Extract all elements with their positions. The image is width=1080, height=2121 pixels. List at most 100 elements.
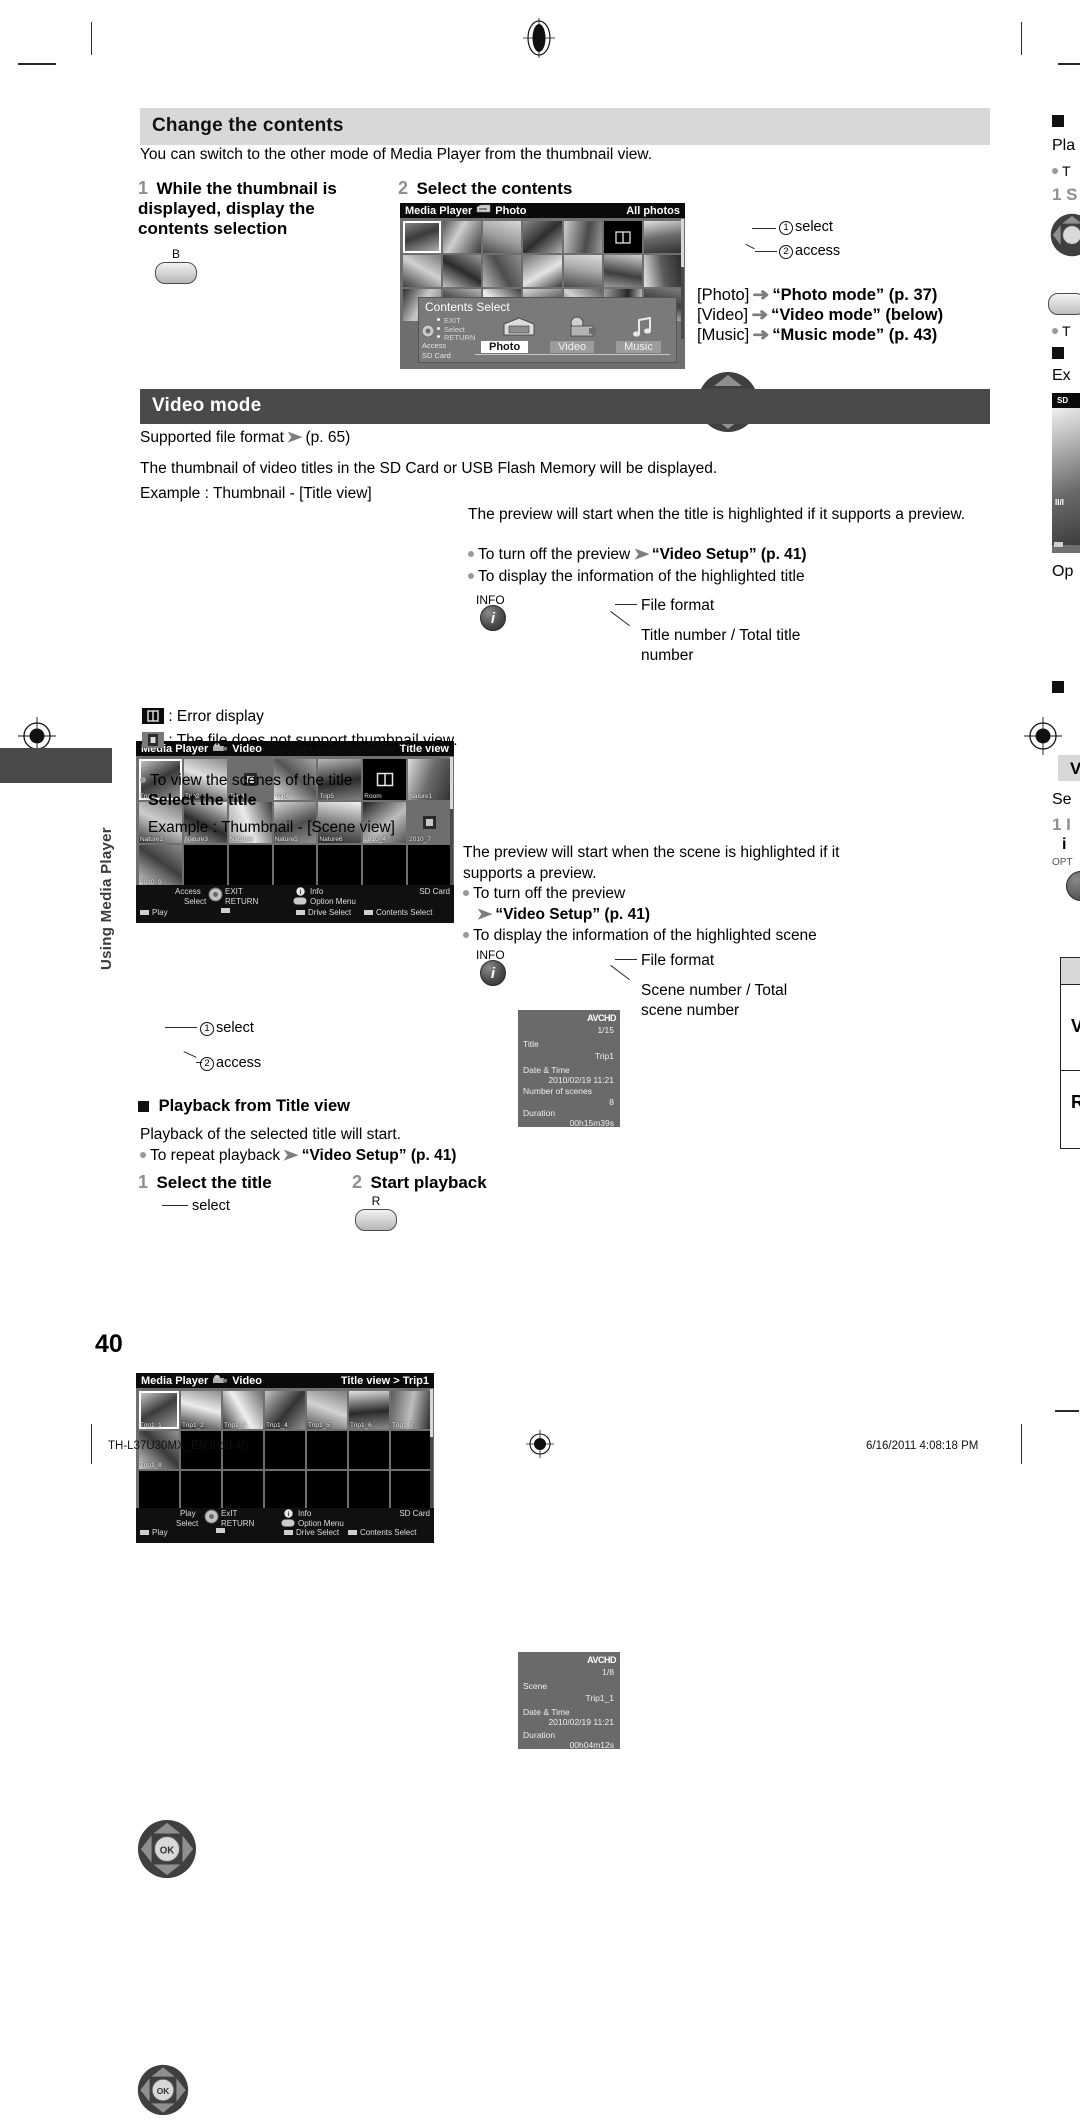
icon-legend-nothumb-label: : The file does not support thumbnail vi… (168, 732, 458, 749)
thumbnail-tile[interactable] (563, 255, 602, 287)
select-the-title-heading: Select the title (148, 792, 257, 809)
bullet-turn-off-preview-scene: To turn off the preview (463, 884, 625, 905)
scene-thumb-4[interactable]: Trip1_4 (265, 1391, 305, 1429)
dpad-scene-leader-select (165, 1027, 197, 1029)
thumbnail-tile-error[interactable] (603, 221, 642, 253)
thumbnail-tile[interactable] (643, 221, 682, 253)
registration-mark-top (519, 16, 559, 60)
right-col-table-cell-2: R (1071, 1092, 1080, 1112)
title-thumb-2010-9[interactable]: 2010_9 (139, 845, 182, 886)
playback-bullet-repeat-ref[interactable]: “Video Setup” (p. 41) (302, 1147, 457, 1164)
photo-screen-scrollbar[interactable] (681, 219, 684, 339)
color-key-icon (296, 910, 305, 915)
mode-links: [Photo] ➜ “Photo mode” (p. 37) [Video] ➜… (697, 285, 943, 345)
scene-foot-contents-label: Contents Select (360, 1528, 417, 1537)
color-key-icon (364, 910, 373, 915)
scene-view-scrollbar[interactable] (430, 1389, 433, 1510)
thumbnail-tile[interactable] (483, 221, 522, 253)
bullet-turn-off-preview-scene-ref[interactable]: “Video Setup” (p. 41) (495, 906, 650, 923)
right-col-line-3: 1 S (1052, 185, 1078, 204)
thumbnail-tile[interactable] (523, 255, 562, 287)
svg-text:OK: OK (160, 1845, 175, 1856)
dpad-playback-select[interactable]: OK (137, 2064, 1080, 2121)
supported-file-format-ref[interactable]: (p. 65) (306, 429, 351, 446)
contents-select-overlay: Contents Select EXIT Select RETURN Acces… (418, 297, 677, 363)
right-col-remote-key[interactable] (1048, 293, 1080, 315)
thumb-caption: Trip1_8 (140, 1461, 162, 1469)
thumbnail-tile[interactable] (403, 255, 442, 287)
crop-mark-bottom-left-vertical (91, 1424, 92, 1464)
mode-link-music-target: “Music mode” (p. 43) (772, 326, 938, 344)
bullet-icon (463, 890, 469, 896)
remote-key-r[interactable]: R (355, 1195, 397, 1231)
scene-thumb-6[interactable]: Trip1_6 (349, 1391, 389, 1429)
thumbnail-tile[interactable] (523, 221, 562, 253)
photo-screen-right-label: All photos (626, 204, 680, 217)
mode-link-photo[interactable]: [Photo] ➜ “Photo mode” (p. 37) (697, 285, 943, 305)
scene-foot-info: Info (298, 1509, 312, 1518)
bullet-turn-off-preview-scene-ref-line: ➤ “Video Setup” (p. 41) (476, 905, 650, 926)
step-1-title: While the thumbnail is displayed, displa… (138, 179, 337, 238)
scene-thumb-5[interactable]: Trip1_5 (307, 1391, 347, 1429)
remote-key-b[interactable]: B (155, 248, 197, 284)
mode-link-music[interactable]: [Music] ➜ “Music mode” (p. 43) (697, 325, 943, 345)
contents-tab-video[interactable]: Video (550, 341, 595, 353)
contents-tab-photo[interactable]: Photo (481, 341, 529, 353)
scene-thumb-7[interactable]: Trip1_7 (391, 1391, 431, 1429)
dpad-scene-access-num: 2 (200, 1057, 214, 1071)
title-thumb-nature1[interactable]: Nature1 (408, 759, 451, 800)
thumbnail-tile[interactable] (443, 221, 482, 253)
thumbnail-tile[interactable] (403, 221, 442, 253)
thumbnail-tile[interactable] (483, 255, 522, 287)
scene-foot-card: SD Card (399, 1509, 430, 1518)
thumb-caption: Trip1_7 (392, 1421, 414, 1429)
bullet-icon (1052, 168, 1058, 174)
color-key-icon (140, 1530, 149, 1535)
thumbnail-tile[interactable] (443, 255, 482, 287)
scene-view-title: Media Player (141, 1374, 209, 1387)
right-col-opt-key[interactable] (1066, 871, 1080, 901)
contents-tab-music[interactable]: Music (616, 341, 661, 353)
title-thumb-2010-7-nothumb[interactable]: 2010_7 (408, 802, 451, 843)
right-col-line-13: OPT (1052, 857, 1073, 868)
info-scene-row-duration-label: Duration (523, 1730, 556, 1740)
scene-thumb-empty (265, 1431, 305, 1469)
info-title-row-duration-label: Duration (523, 1108, 556, 1118)
thumbnail-tile[interactable] (563, 221, 602, 253)
playback-heading-label: Playback from Title view (158, 1097, 350, 1115)
right-col-square-bullet-2 (1052, 345, 1064, 363)
contents-select-underline (475, 354, 670, 355)
icon-legend-error-label: : Error display (168, 708, 264, 725)
photo-screen-title: Media Player (405, 204, 473, 217)
bullet-icon (463, 932, 469, 938)
contents-select-music-icon (631, 316, 655, 343)
dpad-note-select-label: select (795, 219, 833, 235)
title-view-scrollbar[interactable] (450, 757, 453, 887)
info-panel-title: AVCHD 1/15 Title Trip1 Date & Time 2010/… (518, 1010, 620, 1128)
scene-thumb-empty (223, 1471, 263, 1509)
info-scene-row-date-value: 2010/02/19 11:21 (548, 1717, 614, 1727)
title-thumb-room-error[interactable]: Room (363, 759, 407, 800)
playback-heading: Playback from Title view (138, 1097, 350, 1116)
scene-thumb-3[interactable]: Trip1_3 (223, 1391, 263, 1429)
thumbnail-tile[interactable] (603, 255, 642, 287)
contents-select-video-icon (567, 315, 599, 344)
dpad-scene-select[interactable]: OK (137, 1819, 1080, 1884)
info-button-icon[interactable]: i (480, 605, 506, 631)
supported-file-format-line: Supported file format ➤ (p. 65) (140, 428, 350, 449)
error-display-icon (142, 708, 164, 724)
thumbnail-tile[interactable] (643, 255, 682, 287)
bullet-turn-off-preview-ref[interactable]: “Video Setup” (p. 41) (652, 546, 807, 563)
scene-thumb-1[interactable]: Trip1_1 (139, 1391, 179, 1429)
scene-view-mode: Video (232, 1374, 263, 1387)
scene-view-header: Media Player Video Title view > Trip1 (136, 1373, 434, 1388)
mode-link-video[interactable]: [Video] ➜ “Video mode” (below) (697, 305, 943, 325)
preview-note-title: The preview will start when the title is… (468, 506, 966, 523)
info-button-icon[interactable]: i (480, 960, 506, 986)
thumb-caption: Nature1 (409, 792, 433, 800)
scene-thumb-2[interactable]: Trip1_2 (181, 1391, 221, 1429)
arrow-icon: ➤ (476, 906, 493, 923)
right-col-line-8: Op (1052, 563, 1074, 580)
scene-view-right-label: Title view > Trip1 (340, 1374, 429, 1387)
right-col-screen-header: SD (1052, 393, 1080, 408)
